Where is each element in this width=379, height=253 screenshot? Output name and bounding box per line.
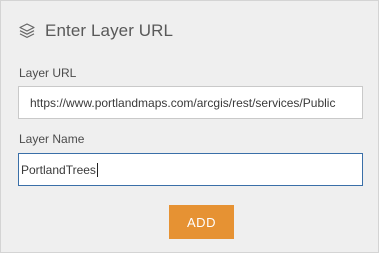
layer-url-label: Layer URL bbox=[19, 66, 77, 80]
add-button[interactable]: ADD bbox=[169, 205, 234, 239]
panel-title: Enter Layer URL bbox=[45, 21, 174, 40]
layer-url-value: https://www.portlandmaps.com/arcgis/rest… bbox=[30, 95, 336, 110]
layers-icon bbox=[18, 22, 36, 40]
text-caret bbox=[96, 162, 98, 177]
layer-name-value: PortlandTrees bbox=[21, 162, 96, 177]
add-layer-panel: Enter Layer URL Layer URL https://www.po… bbox=[0, 0, 379, 253]
layer-name-input[interactable]: PortlandTrees bbox=[18, 153, 363, 186]
layer-name-label: Layer Name bbox=[19, 132, 85, 146]
layer-url-input[interactable]: https://www.portlandmaps.com/arcgis/rest… bbox=[18, 86, 363, 119]
panel-header: Enter Layer URL bbox=[18, 20, 173, 42]
